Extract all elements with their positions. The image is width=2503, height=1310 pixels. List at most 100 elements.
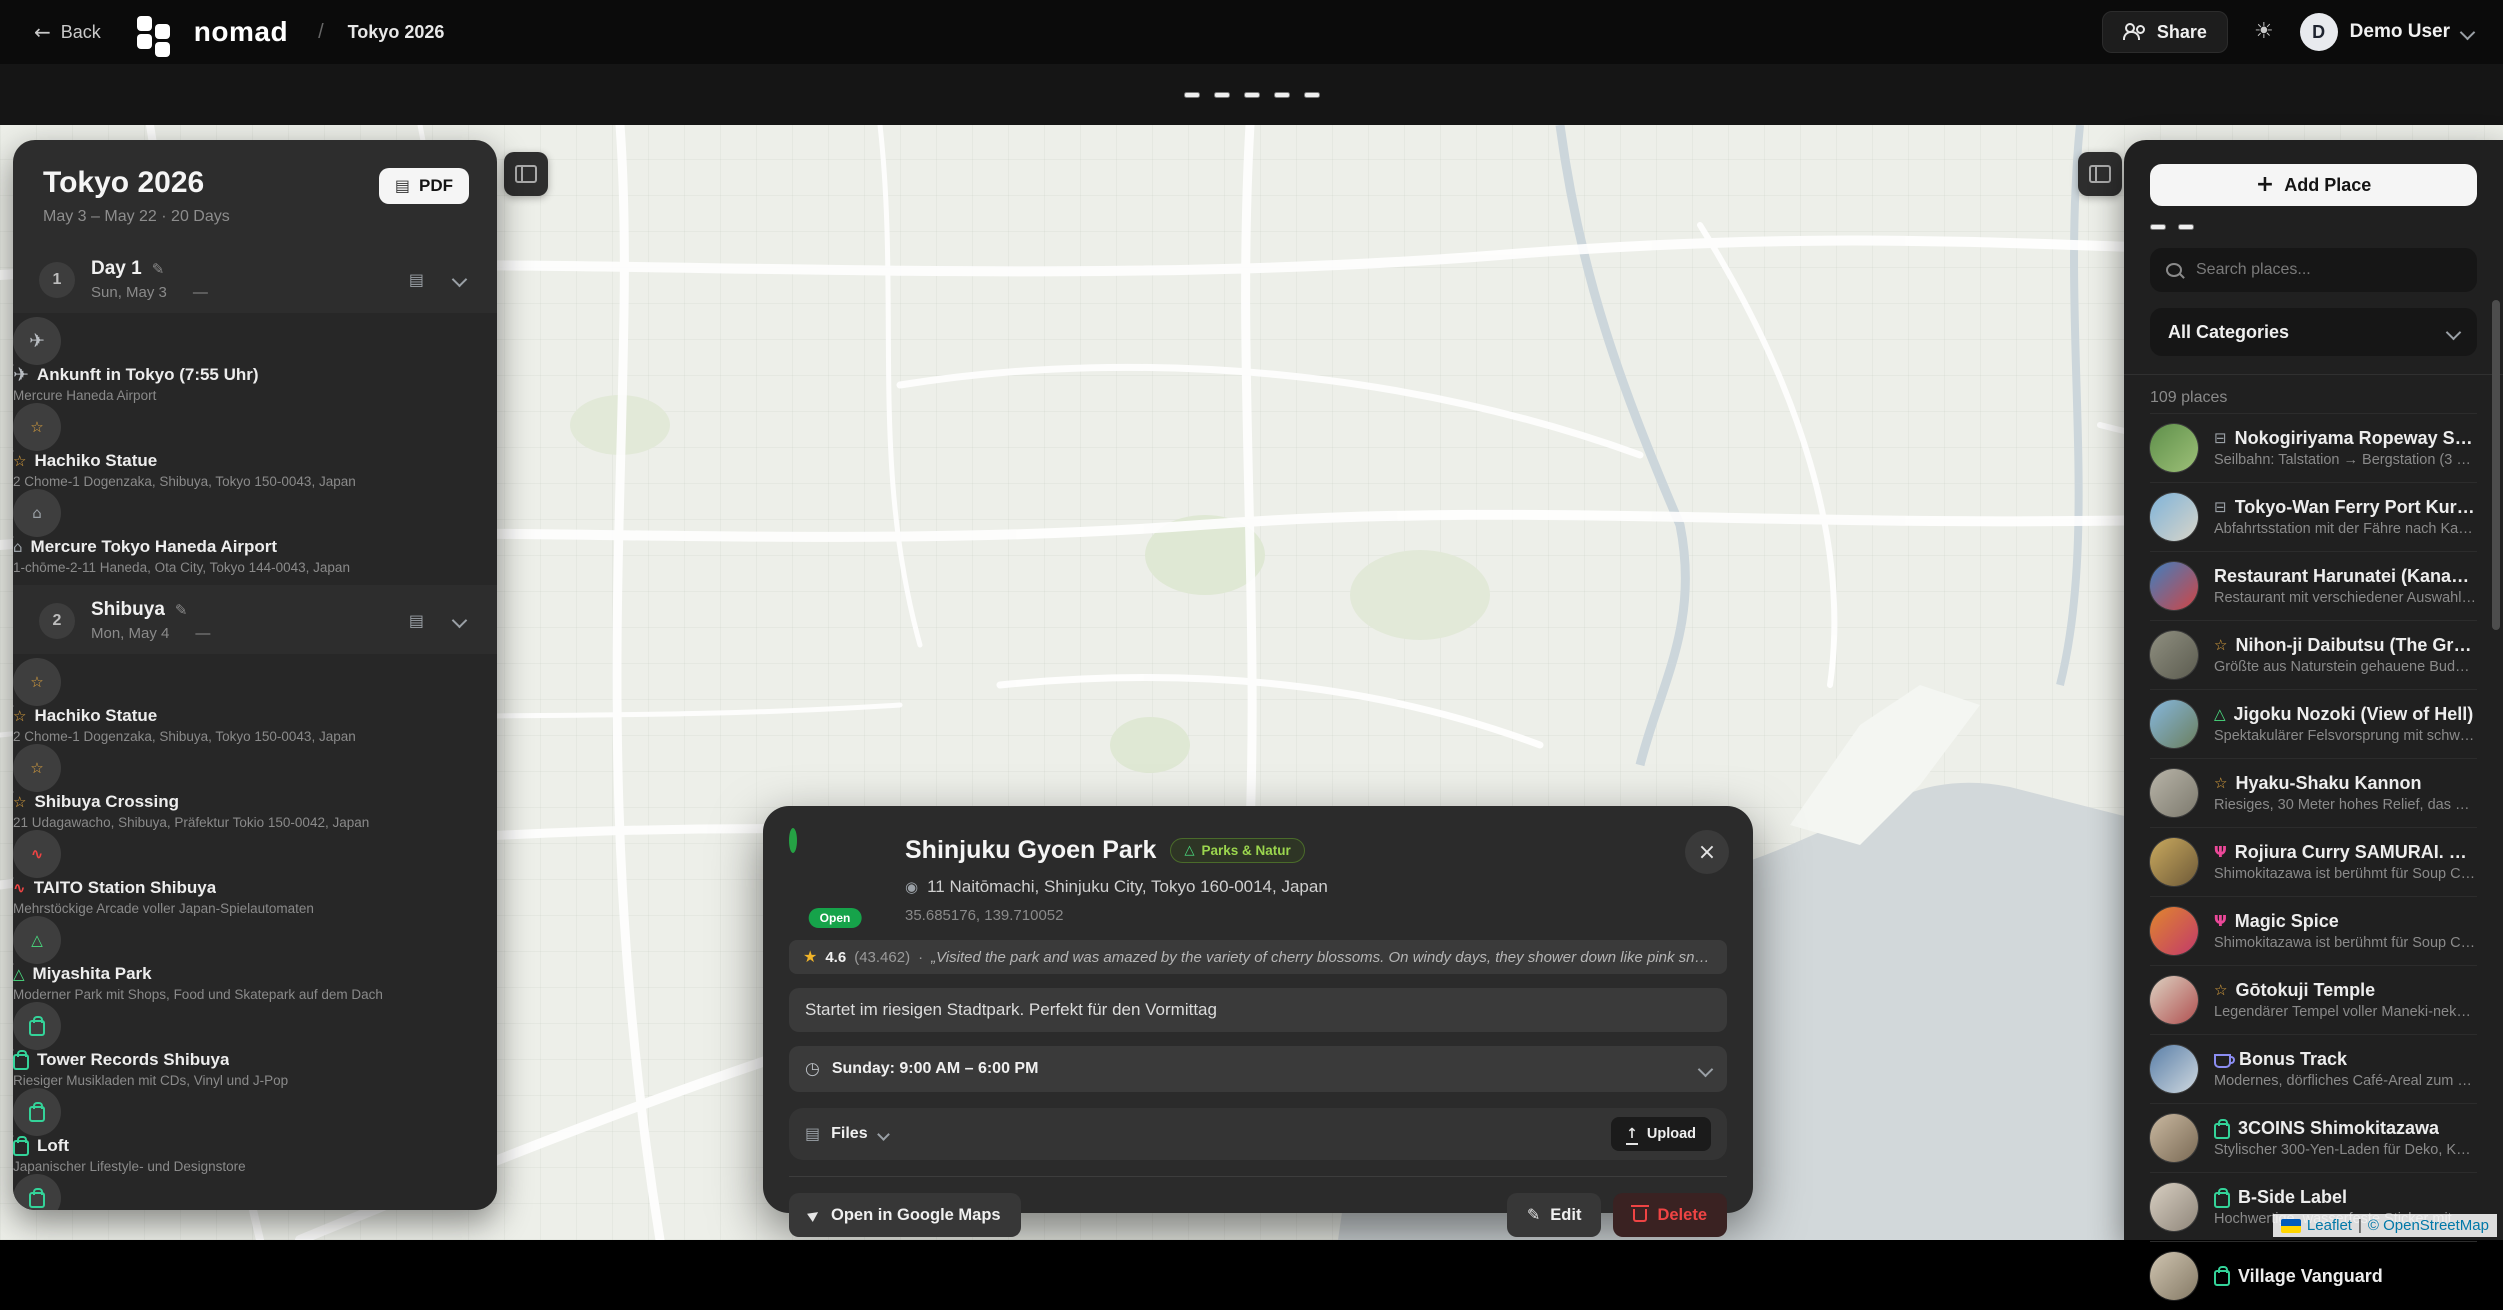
category-badge: Parks & Natur [1170, 838, 1304, 863]
place-list-item[interactable]: Restaurant Harunatei (Kanaya Po… Restaur… [2150, 551, 2477, 620]
search-box[interactable] [2150, 248, 2477, 292]
day-header[interactable]: 1 Day 1 Sun, May 3— [13, 246, 497, 313]
brand-name[interactable]: nomad [194, 16, 288, 48]
scrollbar-thumb[interactable] [2492, 300, 2500, 630]
upload-button[interactable]: Upload [1611, 1117, 1711, 1151]
place-detail-card: Open Shinjuku Gyoen Park Parks & Natur 1… [763, 806, 1753, 1213]
collapse-left-panel-button[interactable] [504, 152, 548, 196]
edit-day-icon[interactable] [175, 602, 188, 618]
place-title: Tokyo-Wan Ferry Port Kuriha… [2235, 497, 2477, 518]
place-list-item[interactable]: Village Vanguard [2150, 1241, 2477, 1310]
sidebar-icon [515, 165, 537, 183]
opening-hours-row[interactable]: Sunday: 9:00 AM – 6:00 PM [789, 1046, 1727, 1092]
files-toggle[interactable]: Files [805, 1125, 888, 1143]
itinerary-entry[interactable]: Hachiko Statue 2 Chome-1 Dogenzaka, Shib… [13, 403, 497, 489]
nomad-logo-icon[interactable] [137, 16, 170, 49]
shopping-icon [29, 1020, 45, 1036]
category-select[interactable]: All Categories [2150, 308, 2477, 356]
shopping-icon [2214, 1192, 2230, 1208]
itinerary-entry[interactable]: Shibuya Crossing 21 Udagawacho, Shibuya,… [13, 744, 497, 830]
delete-button[interactable]: Delete [1613, 1193, 1727, 1237]
place-title: Jigoku Nozoki (View of Hell) [2234, 704, 2474, 725]
place-title: Nokogiriyama Ropeway Sum… [2235, 428, 2477, 449]
entry-subtitle: Riesiger Musikladen mit CDs, Vinyl und J… [13, 1073, 497, 1088]
star-icon [30, 420, 43, 435]
place-list-item[interactable]: Gōtokuji Temple Legendärer Tempel voller… [2150, 965, 2477, 1034]
hotel-icon [13, 540, 23, 555]
itinerary-entry[interactable]: Miyashita Park Moderner Park mit Shops, … [13, 916, 497, 1002]
add-place-button[interactable]: Add Place [2150, 164, 2477, 206]
shopping-icon [29, 1106, 45, 1122]
entry-title: Loft [37, 1136, 69, 1156]
edit-day-icon[interactable] [152, 261, 165, 277]
place-subtitle: Abfahrtsstation mit der Fähre nach Kana… [2214, 521, 2477, 537]
address-row: 11 Naitōmachi, Shinjuku City, Tokyo 160-… [905, 877, 1328, 897]
place-list-item[interactable]: Bonus Track Modernes, dörfliches Café-Ar… [2150, 1034, 2477, 1103]
place-subtitle: Spektakulärer Felsvorsprung mit schwind… [2214, 728, 2477, 744]
leaflet-link[interactable]: Leaflet [2307, 1217, 2352, 1234]
star-icon [803, 949, 817, 965]
navigation-icon [807, 1208, 821, 1222]
osm-link[interactable]: © OpenStreetMap [2368, 1217, 2489, 1234]
place-thumbnail [2150, 838, 2198, 886]
user-name: Demo User [2350, 21, 2450, 43]
place-list-item[interactable]: Nihon-ji Daibutsu (The Great … Größte au… [2150, 620, 2477, 689]
place-list-item[interactable]: 3COINS Shimokitazawa Stylischer 300-Yen-… [2150, 1103, 2477, 1172]
open-google-maps-button[interactable]: Open in Google Maps [789, 1193, 1021, 1237]
chevron-down-icon[interactable] [452, 272, 468, 288]
transit-icon [2214, 500, 2227, 515]
search-input[interactable] [2194, 260, 2461, 280]
entry-subtitle: Moderner Park mit Shops, Food und Skatep… [13, 987, 497, 1002]
entry-title: Tower Records Shibuya [37, 1050, 229, 1070]
trip-dates: May 3 – May 22 · 20 Days [43, 208, 230, 226]
place-list-item[interactable]: Nokogiriyama Ropeway Sum… Seilbahn: Tals… [2150, 413, 2477, 482]
back-button[interactable]: Back [34, 22, 101, 43]
itinerary-entry[interactable]: Mercure Tokyo Haneda Airport 1-chōme-2-1… [13, 489, 497, 575]
review-bar[interactable]: 4.6 (43.462) · „Visited the park and was… [789, 940, 1727, 974]
user-menu[interactable]: D Demo User [2300, 13, 2473, 51]
cafe-icon [2214, 1054, 2231, 1068]
theme-toggle-icon[interactable] [2254, 21, 2274, 43]
place-title: Hyaku-Shaku Kannon [2235, 773, 2421, 794]
itinerary-entry[interactable]: Hachiko Statue 2 Chome-1 Dogenzaka, Shib… [13, 658, 497, 744]
itinerary-entry[interactable]: Tower Records Shibuya Riesiger Musiklade… [13, 1002, 497, 1088]
itinerary-entry[interactable]: Ankunft in Tokyo (7:55 Uhr) Mercure Hane… [13, 317, 497, 403]
avatar[interactable]: D [2300, 13, 2338, 51]
place-thumbnail [2150, 976, 2198, 1024]
star-icon [2214, 638, 2227, 653]
place-title: Restaurant Harunatei (Kanaya Po… [2214, 566, 2477, 587]
close-button[interactable]: × [1685, 830, 1729, 874]
places-panel: Add Place All Categories 109 places Noko… [2124, 140, 2503, 1240]
place-list-item[interactable]: Rojiura Curry SAMURAI. Shim… Shimokitaza… [2150, 827, 2477, 896]
place-list-item[interactable]: Tokyo-Wan Ferry Port Kuriha… Abfahrtssta… [2150, 482, 2477, 551]
entry-subtitle: 2 Chome-1 Dogenzaka, Shibuya, Tokyo 150-… [13, 729, 497, 744]
chevron-down-icon[interactable] [452, 613, 468, 629]
day-notes-icon[interactable] [409, 272, 424, 288]
pdf-export-button[interactable]: PDF [379, 168, 469, 204]
day-notes-icon[interactable] [409, 613, 424, 629]
day-section: 1 Day 1 Sun, May 3— [13, 246, 497, 585]
entry-icon-circle [13, 830, 61, 878]
edit-button[interactable]: Edit [1507, 1193, 1602, 1237]
activity-icon [13, 881, 26, 896]
shopping-icon [29, 1192, 45, 1208]
itinerary-entry[interactable]: TAITO Station Shibuya Mehrstöckige Arcad… [13, 830, 497, 916]
divider [2124, 374, 2503, 375]
back-arrow-icon [34, 22, 51, 43]
note-input[interactable]: Startet im riesigen Stadtpark. Perfekt f… [789, 988, 1727, 1032]
day-date: Mon, May 4— [91, 625, 393, 642]
place-thumbnail [2150, 769, 2198, 817]
map-attribution: Leaflet | © OpenStreetMap [2273, 1214, 2497, 1237]
collapse-right-panel-button[interactable] [2078, 152, 2122, 196]
itinerary-entry[interactable]: Shibuya Parco (Cyberspace Shibuya) Retro… [13, 1174, 497, 1210]
places-count: 109 places [2150, 389, 2477, 407]
place-photo [789, 828, 797, 853]
place-list-item[interactable]: Hyaku-Shaku Kannon Riesiges, 30 Meter ho… [2150, 758, 2477, 827]
entry-icon-circle [13, 1174, 61, 1210]
entry-title: Mercure Tokyo Haneda Airport [31, 537, 278, 557]
place-list-item[interactable]: Jigoku Nozoki (View of Hell) Spektakulär… [2150, 689, 2477, 758]
day-header[interactable]: 2 Shibuya Mon, May 4— [13, 587, 497, 654]
share-button[interactable]: Share [2102, 11, 2228, 53]
place-list-item[interactable]: Magic Spice Shimokitazawa ist berühmt fü… [2150, 896, 2477, 965]
itinerary-entry[interactable]: Loft Japanischer Lifestyle- und Designst… [13, 1088, 497, 1174]
